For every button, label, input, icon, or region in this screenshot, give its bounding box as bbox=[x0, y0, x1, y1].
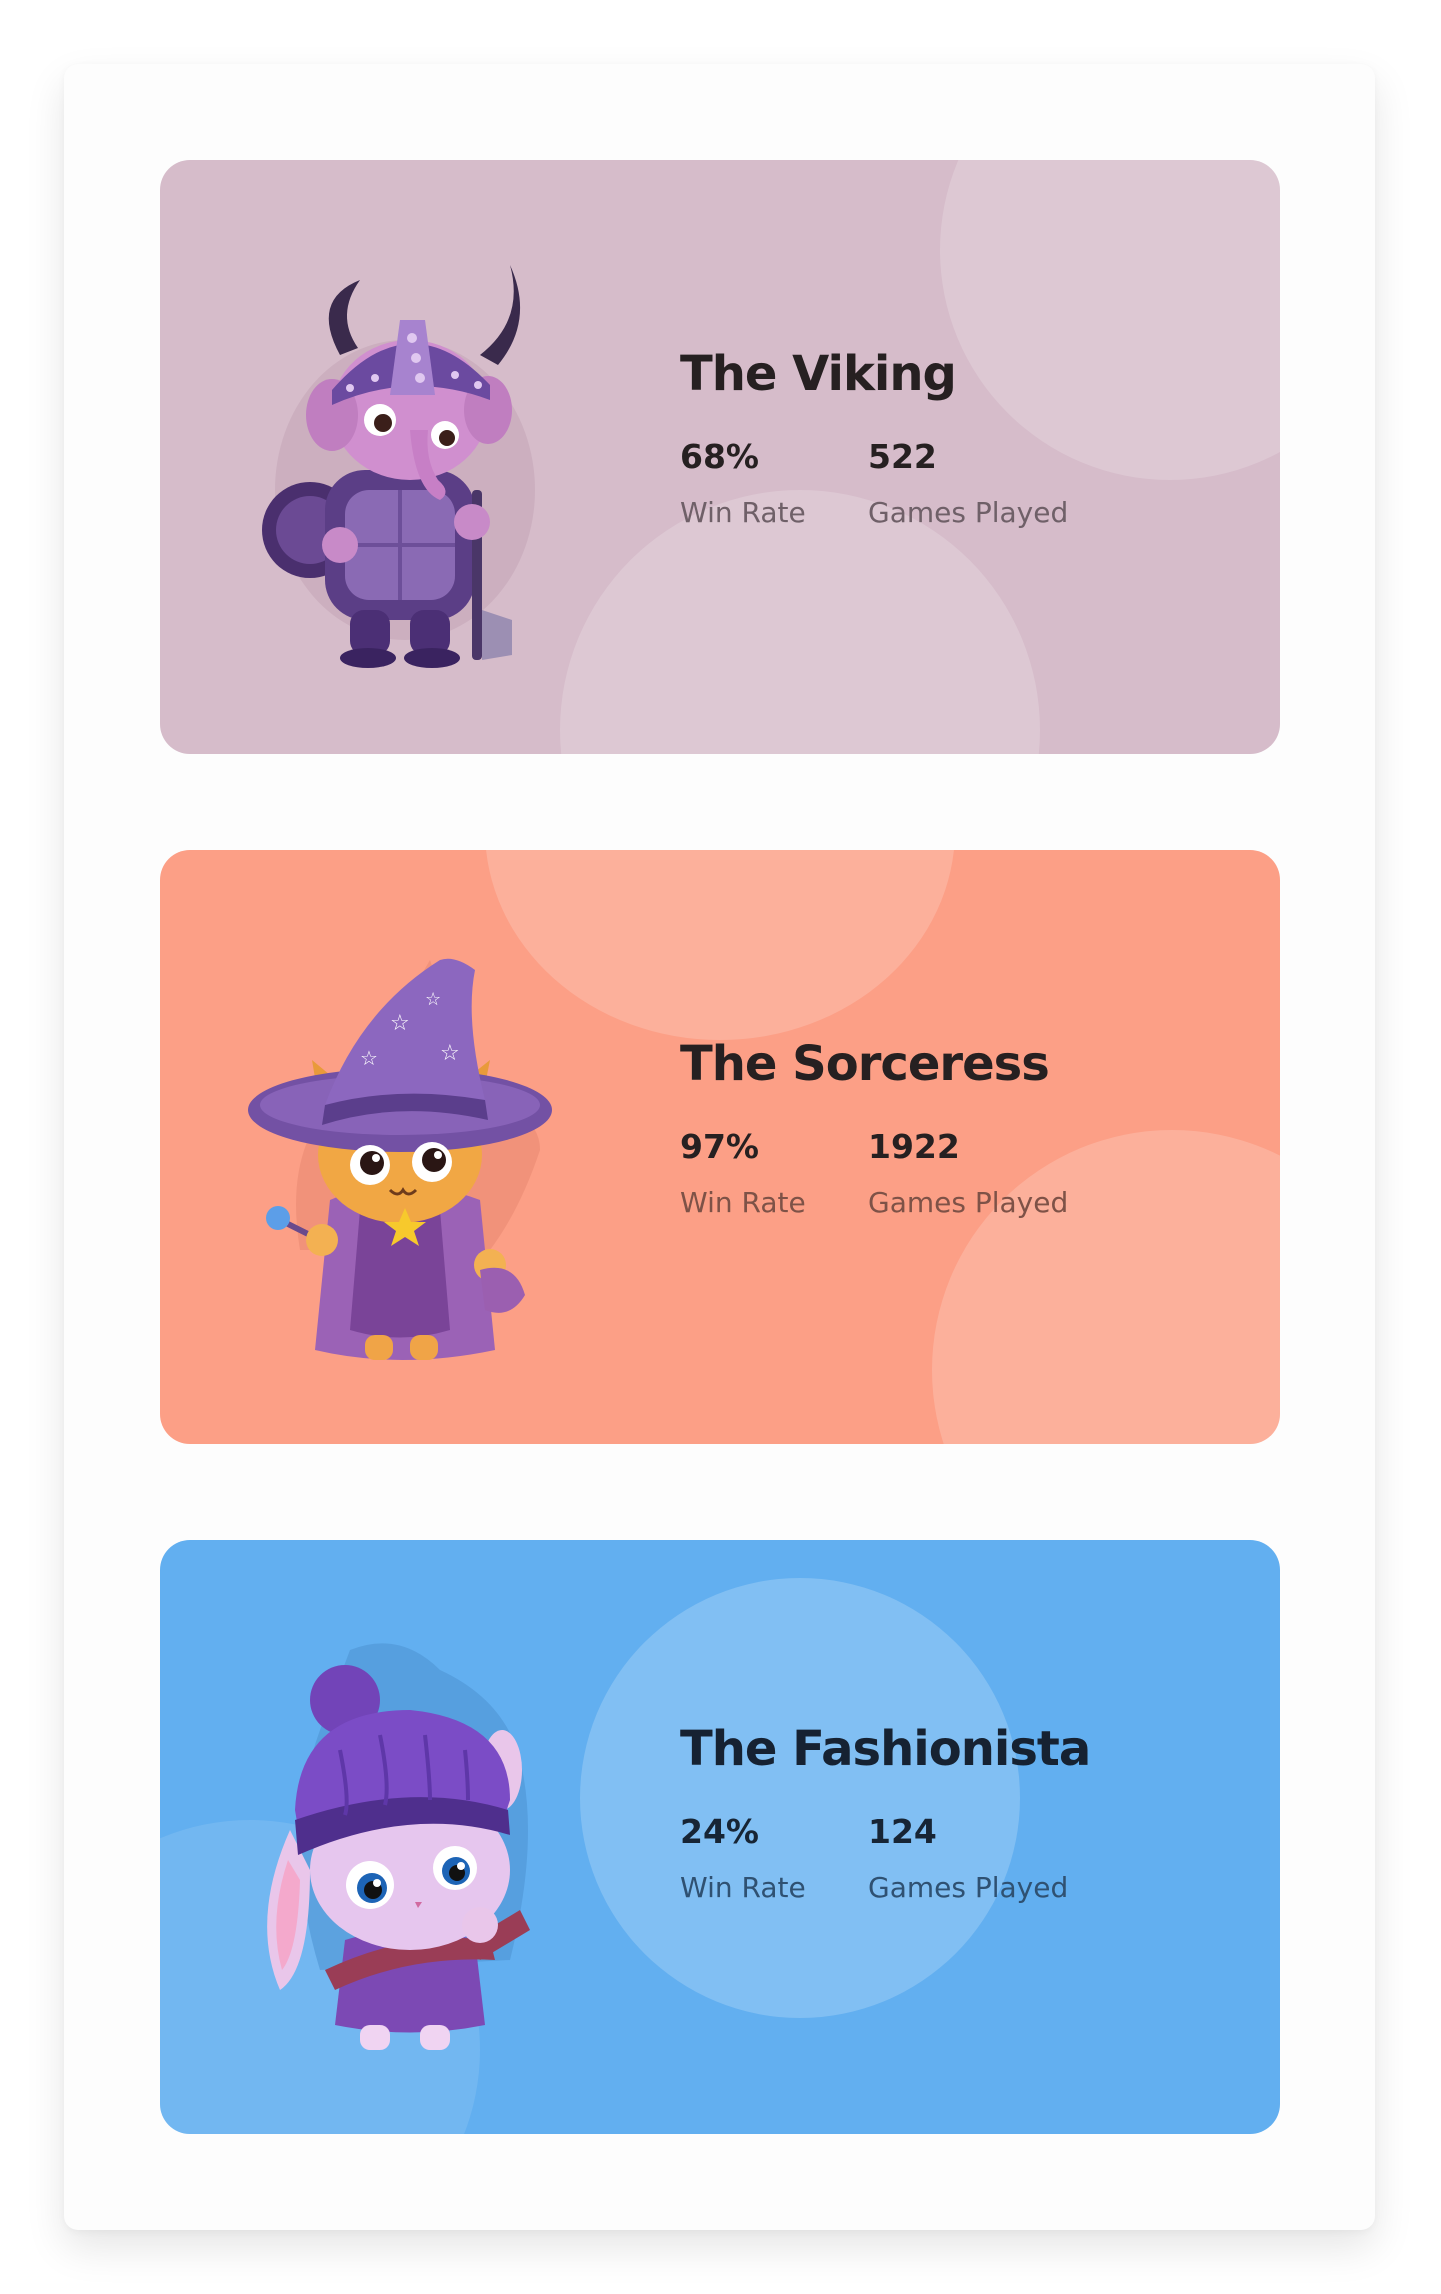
win-rate-stat: 97% Win Rate bbox=[680, 1130, 868, 1217]
card-info: The Sorceress 97% Win Rate 1922 Games Pl… bbox=[680, 1036, 1069, 1219]
games-played-stat: 522 Games Played bbox=[868, 437, 1069, 529]
svg-text:☆: ☆ bbox=[440, 1041, 460, 1066]
viking-elephant-icon bbox=[262, 265, 535, 668]
character-title: The Fashionista bbox=[680, 1721, 1091, 1777]
win-rate-value: 24% bbox=[680, 1812, 759, 1851]
character-title: The Sorceress bbox=[680, 1036, 1050, 1092]
sorceress-cat-icon: ☆ ☆ ☆ ☆ bbox=[248, 958, 552, 1360]
win-rate-value: 97% bbox=[680, 1127, 759, 1166]
games-played-stat: 1922 Games Played bbox=[868, 1127, 1069, 1219]
svg-text:☆: ☆ bbox=[425, 989, 441, 1010]
character-title: The Viking bbox=[680, 346, 957, 402]
decorative-circle bbox=[560, 490, 1040, 754]
games-played-label: Games Played bbox=[868, 496, 1069, 529]
win-rate-value: 68% bbox=[680, 437, 759, 476]
stats-row: 24% Win Rate 124 Games Played bbox=[680, 1815, 1090, 1902]
win-rate-stat: 24% Win Rate bbox=[680, 1815, 868, 1902]
win-rate-label: Win Rate bbox=[680, 1186, 806, 1219]
fashionista-bunny-icon bbox=[267, 1643, 530, 2050]
svg-text:☆: ☆ bbox=[360, 1046, 378, 1070]
games-played-label: Games Played bbox=[868, 1871, 1069, 1904]
win-rate-label: Win Rate bbox=[680, 496, 806, 529]
games-played-stat: 124 Games Played bbox=[868, 1812, 1069, 1904]
win-rate-label: Win Rate bbox=[680, 1871, 806, 1904]
card-info: The Viking 68% Win Rate 522 Games Played bbox=[680, 346, 1069, 529]
svg-text:☆: ☆ bbox=[390, 1011, 410, 1036]
card-info: The Fashionista 24% Win Rate 124 Games P… bbox=[680, 1721, 1091, 1902]
stats-row: 97% Win Rate 1922 Games Played bbox=[680, 1127, 1069, 1219]
stats-row: 68% Win Rate 522 Games Played bbox=[680, 437, 1069, 529]
games-played-value: 1922 bbox=[868, 1127, 960, 1166]
win-rate-stat: 68% Win Rate bbox=[680, 440, 868, 527]
games-played-label: Games Played bbox=[868, 1186, 1069, 1219]
character-card-fashionista[interactable]: The Fashionista 24% Win Rate 124 Games P… bbox=[160, 1540, 1280, 2134]
character-card-sorceress[interactable]: ☆ ☆ ☆ ☆ The Sorceress 97% Win Rate 1922 … bbox=[160, 850, 1280, 1444]
games-played-value: 124 bbox=[868, 1812, 937, 1851]
character-card-viking[interactable]: The Viking 68% Win Rate 522 Games Played bbox=[160, 160, 1280, 754]
games-played-value: 522 bbox=[868, 437, 937, 476]
